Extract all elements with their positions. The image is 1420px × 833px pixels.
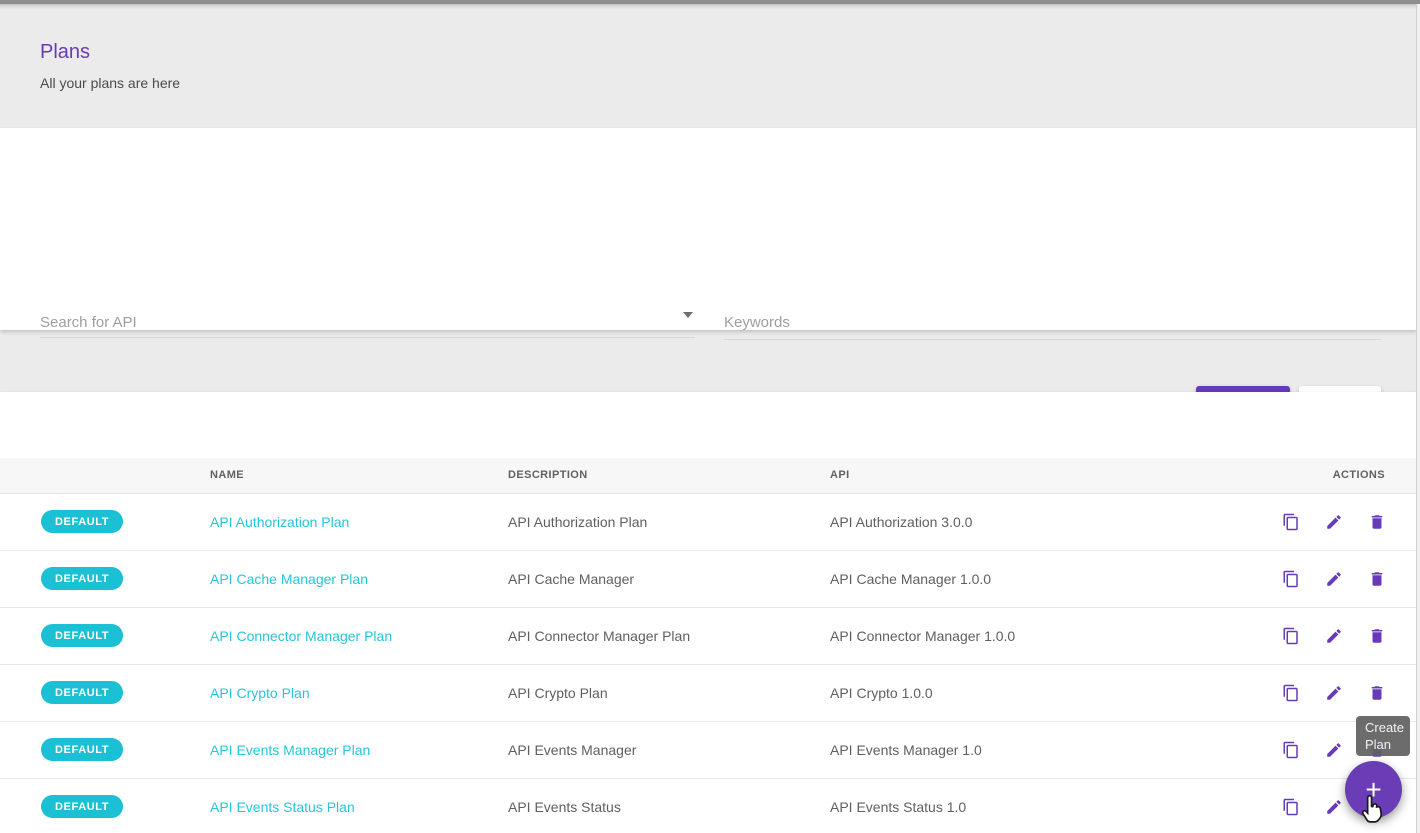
plan-name-link[interactable]: API Connector Manager Plan [210,628,392,644]
table-body: DEFAULT API Authorization Plan API Autho… [0,494,1417,833]
row-actions [1282,570,1386,588]
row-actions [1282,684,1386,702]
table-header: NAME DESCRIPTION API ACTIONS [0,458,1417,494]
plan-description: API Crypto Plan [508,685,608,701]
table-row: DEFAULT API Events Status Plan API Event… [0,779,1417,833]
plan-api: API Connector Manager 1.0.0 [830,628,1015,644]
top-window-strip [0,0,1420,4]
plan-name-link[interactable]: API Authorization Plan [210,514,349,530]
plan-name-link[interactable]: API Events Manager Plan [210,742,370,758]
status-badge: DEFAULT [41,510,123,533]
api-select-placeholder: Search for API [40,314,137,331]
edit-icon[interactable] [1325,741,1343,759]
default-badge-cell: DEFAULT [41,567,123,590]
status-badge: DEFAULT [41,681,123,704]
copy-icon[interactable] [1282,570,1300,588]
scrollbar-track[interactable] [1416,4,1420,833]
plan-api: API Authorization 3.0.0 [830,514,972,530]
table-row: DEFAULT API Events Manager Plan API Even… [0,722,1417,779]
plus-icon: + [1365,774,1381,805]
plan-name-link[interactable]: API Events Status Plan [210,799,355,815]
plans-page: Plans All your plans are here Search for… [0,0,1420,833]
delete-icon[interactable] [1368,570,1386,588]
column-header-description: DESCRIPTION [508,469,588,481]
create-plan-tooltip: Create Plan [1356,716,1410,756]
default-badge-cell: DEFAULT [41,681,123,704]
column-header-name: NAME [210,469,244,481]
copy-icon[interactable] [1282,627,1300,645]
row-actions [1282,513,1386,531]
table-row: DEFAULT API Crypto Plan API Crypto Plan … [0,665,1417,722]
row-actions [1282,627,1386,645]
status-badge: DEFAULT [41,795,123,818]
page-header: Plans All your plans are here [0,4,1417,128]
status-badge: DEFAULT [41,567,123,590]
search-panel: Search for API SEARCH CLEAR [0,128,1417,330]
page-title: Plans [40,41,90,64]
delete-icon[interactable] [1368,684,1386,702]
plan-description: API Connector Manager Plan [508,628,690,644]
default-badge-cell: DEFAULT [41,738,123,761]
plan-api: API Events Manager 1.0 [830,742,982,758]
edit-icon[interactable] [1325,627,1343,645]
default-badge-cell: DEFAULT [41,795,123,818]
edit-icon[interactable] [1325,684,1343,702]
chevron-down-icon [683,312,693,318]
plan-description: API Events Status [508,799,621,815]
column-header-api: API [830,469,850,481]
results-panel: Showing 10 from 79 Available NAME DESCRI… [0,392,1417,833]
table-row: DEFAULT API Cache Manager Plan API Cache… [0,551,1417,608]
keywords-input[interactable] [724,306,1381,340]
plan-api: API Cache Manager 1.0.0 [830,571,991,587]
table-row: DEFAULT API Connector Manager Plan API C… [0,608,1417,665]
edit-icon[interactable] [1325,513,1343,531]
edit-icon[interactable] [1325,570,1343,588]
status-badge: DEFAULT [41,738,123,761]
create-plan-button[interactable]: + [1345,761,1402,818]
page-subtitle: All your plans are here [40,75,180,91]
plan-name-link[interactable]: API Cache Manager Plan [210,571,368,587]
api-select[interactable]: Search for API [40,304,695,338]
copy-icon[interactable] [1282,798,1300,816]
edit-icon[interactable] [1325,798,1343,816]
default-badge-cell: DEFAULT [41,624,123,647]
copy-icon[interactable] [1282,513,1300,531]
plan-description: API Cache Manager [508,571,634,587]
copy-icon[interactable] [1282,741,1300,759]
plan-api: API Events Status 1.0 [830,799,966,815]
plan-api: API Crypto 1.0.0 [830,685,933,701]
plan-description: API Events Manager [508,742,636,758]
delete-icon[interactable] [1368,627,1386,645]
delete-icon[interactable] [1368,513,1386,531]
copy-icon[interactable] [1282,684,1300,702]
plan-name-link[interactable]: API Crypto Plan [210,685,310,701]
table-row: DEFAULT API Authorization Plan API Autho… [0,494,1417,551]
plan-description: API Authorization Plan [508,514,647,530]
column-header-actions: ACTIONS [1333,469,1385,481]
default-badge-cell: DEFAULT [41,510,123,533]
status-badge: DEFAULT [41,624,123,647]
